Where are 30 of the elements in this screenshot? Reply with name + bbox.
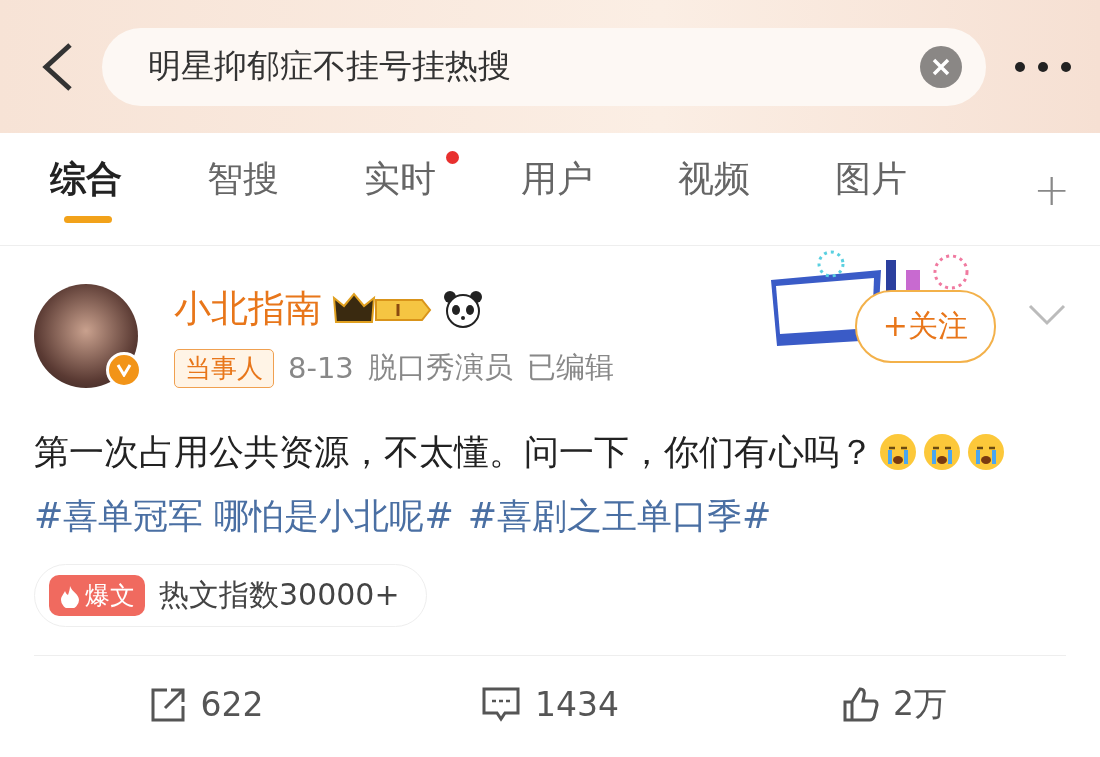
clear-icon[interactable] (920, 45, 962, 88)
back-icon[interactable] (40, 41, 74, 92)
tab[interactable]: 智搜 (207, 155, 364, 223)
crying-emoji-icon (922, 432, 962, 472)
post-text: 第一次占用公共资源，不太懂。问一下，你们有心吗？ (34, 431, 874, 474)
action-count: 622 (200, 685, 264, 724)
panda-icon (442, 289, 484, 329)
more-icon[interactable] (1014, 60, 1072, 73)
author-title: 脱口秀演员 (367, 349, 513, 386)
follow-button[interactable]: +关注 (854, 290, 996, 363)
hot-badge: 爆文 (49, 575, 145, 616)
action-count: 2万 (893, 683, 947, 725)
thumbs-up-icon[interactable] (841, 685, 879, 724)
edited-label: 已编辑 (526, 349, 614, 386)
action-count: 1434 (535, 685, 619, 724)
add-tab-button[interactable]: + (1033, 163, 1070, 215)
topic-link[interactable]: #喜单冠军 哪怕是小北呢# (34, 484, 454, 548)
role-tag: 当事人 (174, 348, 274, 388)
search-field[interactable]: 明星抑郁症不挂号挂热搜 (102, 27, 986, 106)
tab[interactable]: 视频 (678, 155, 835, 223)
tab[interactable]: 实时 (364, 155, 521, 223)
author-name[interactable]: 小北指南 (174, 284, 322, 334)
tab[interactable]: 图片 (835, 155, 992, 223)
post-date: 8-13 (288, 351, 354, 385)
topic-link[interactable]: #喜剧之王单口季# (467, 484, 772, 548)
crying-emoji-icon (966, 432, 1006, 472)
crying-emoji-icon (878, 432, 918, 472)
tab[interactable]: 综合 (50, 155, 207, 223)
comment-icon[interactable] (481, 685, 521, 724)
tab[interactable]: 用户 (521, 155, 678, 223)
